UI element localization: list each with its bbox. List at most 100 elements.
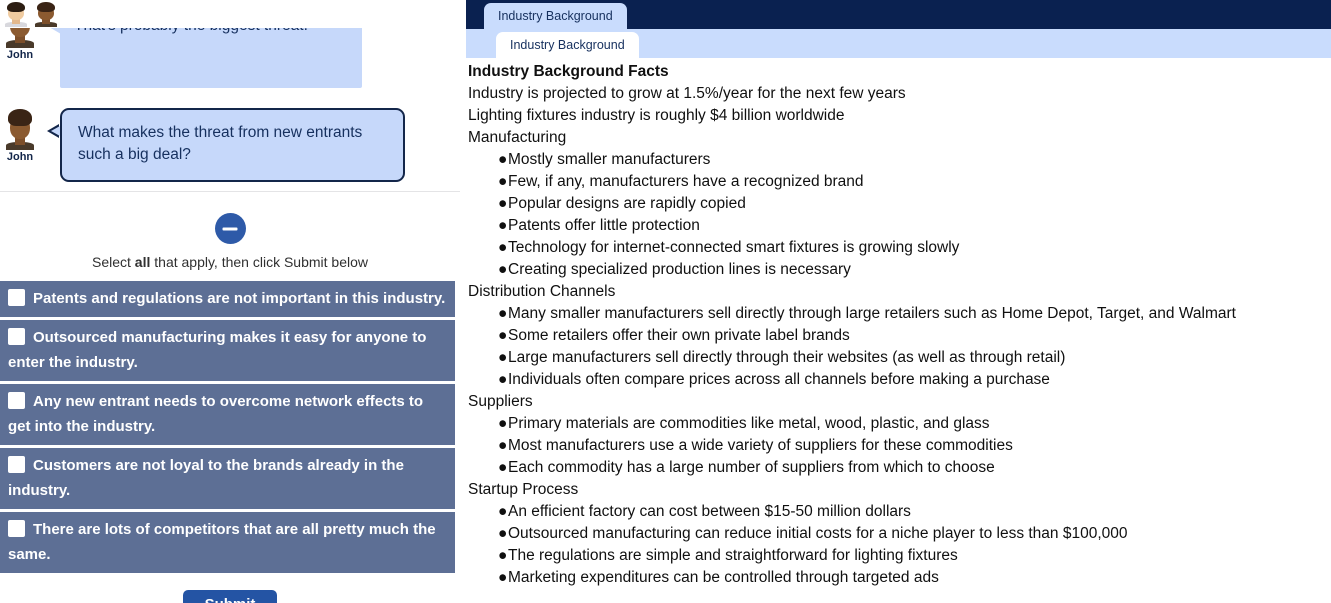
- document-bullet-text: Mostly smaller manufacturers: [508, 151, 711, 168]
- chat-bubble-previous: That's probably the biggest threat.: [49, 28, 362, 88]
- answer-options-list: Patents and regulations are not importan…: [0, 281, 455, 576]
- person-head-icon: [34, 1, 58, 27]
- document-bullet: ● Primary materials are commodities like …: [468, 413, 1331, 435]
- document-bullet-text: Creating specialized production lines is…: [508, 261, 851, 278]
- answer-option[interactable]: There are lots of competitors that are a…: [0, 512, 455, 576]
- document-body: Industry Background Facts Industry is pr…: [466, 58, 1331, 589]
- answer-option-label: Customers are not loyal to the brands al…: [8, 457, 404, 499]
- bullet-icon: ●: [498, 437, 508, 454]
- document-bullet: ● Some retailers offer their own private …: [468, 325, 1331, 347]
- bullet-icon: ●: [498, 503, 508, 520]
- document-section-heading: Startup Process: [468, 481, 579, 498]
- answer-option-label: There are lots of competitors that are a…: [8, 521, 436, 563]
- document-section-heading: Suppliers: [468, 393, 533, 410]
- answer-option-label: Patents and regulations are not importan…: [33, 290, 446, 307]
- outer-tab-bar: Industry Background: [466, 0, 1331, 29]
- document-bullet: ● An efficient factory can cost between $…: [468, 501, 1331, 523]
- document-line: Industry is projected to grow at 1.5%/ye…: [468, 85, 906, 102]
- document-bullet: ● Most manufacturers use a wide variety o…: [468, 435, 1331, 457]
- document-bullet: ● Mostly smaller manufacturers: [468, 149, 1331, 171]
- answer-option[interactable]: Patents and regulations are not importan…: [0, 281, 455, 320]
- bullet-icon: ●: [498, 261, 508, 278]
- person-head-icon: [4, 1, 28, 27]
- minus-circle-icon[interactable]: [214, 213, 246, 244]
- document-bullet-text: Most manufacturers use a wide variety of…: [508, 437, 1013, 454]
- document-bullet: ● Technology for internet-connected smart…: [468, 237, 1331, 259]
- document-bullet: ● Each commodity has a large number of su…: [468, 457, 1331, 479]
- chat-bubble-current: What makes the threat from new entrants …: [47, 108, 405, 182]
- document-bullet: ● Marketing expenditures can be controlle…: [468, 567, 1331, 589]
- document-bullet-text: An efficient factory can cost between $1…: [508, 503, 911, 520]
- question-block: Select all that apply, then click Submit…: [0, 192, 460, 603]
- document-bullet: ● The regulations are simple and straight…: [468, 545, 1331, 567]
- document-bullet: ● Large manufacturers sell directly throu…: [468, 347, 1331, 369]
- instruction-emphasis: all: [134, 254, 151, 270]
- document-bullet-text: Marketing expenditures can be controlled…: [508, 569, 939, 586]
- tab-industry-background-inner[interactable]: Industry Background: [496, 32, 639, 58]
- document-bullet: ● Few, if any, manufacturers have a recog…: [468, 171, 1331, 193]
- answer-option[interactable]: Any new entrant needs to overcome networ…: [0, 384, 455, 448]
- bullet-icon: ●: [498, 151, 508, 168]
- tab-industry-background-outer[interactable]: Industry Background: [484, 3, 627, 29]
- answer-option[interactable]: Outsourced manufacturing makes it easy f…: [0, 320, 455, 384]
- participant-avatar-2[interactable]: [34, 1, 58, 27]
- document-title: Industry Background Facts: [468, 63, 669, 80]
- avatar: [4, 28, 36, 48]
- document-bullet: ● Many smaller manufacturers sell directl…: [468, 303, 1331, 325]
- chat-bubble-text: That's probably the biggest threat.: [74, 28, 308, 34]
- checkbox-icon[interactable]: [8, 328, 25, 345]
- document-bullet: ● Outsourced manufacturing can reduce ini…: [468, 523, 1331, 545]
- bullet-icon: ●: [498, 305, 508, 322]
- checkbox-icon[interactable]: [8, 520, 25, 537]
- document-bullet-text: Patents offer little protection: [508, 217, 700, 234]
- simulation-app: John That's probably the biggest threat.: [0, 0, 1331, 603]
- message-speaker: John: [4, 28, 36, 61]
- bullet-icon: ●: [498, 569, 508, 586]
- minus-glyph: [222, 227, 238, 230]
- bullet-icon: ●: [498, 349, 508, 366]
- message-speaker: John: [4, 108, 36, 163]
- document-bullet-text: Some retailers offer their own private l…: [508, 327, 850, 344]
- document-bullet: ● Individuals often compare prices across…: [468, 369, 1331, 391]
- document-line: Lighting fixtures industry is roughly $4…: [468, 107, 845, 124]
- bullet-icon: ●: [498, 327, 508, 344]
- speaker-name: John: [6, 151, 34, 163]
- document-bullet-text: The regulations are simple and straightf…: [508, 547, 958, 564]
- bubble-tail-icon: [47, 124, 60, 138]
- document-bullet-text: Each commodity has a large number of sup…: [508, 459, 995, 476]
- document-section-heading: Distribution Channels: [468, 283, 616, 300]
- submit-button[interactable]: Submit: [182, 590, 278, 603]
- chat-transcript: John That's probably the biggest threat.: [0, 28, 460, 191]
- bubble-tail-icon: [49, 28, 61, 34]
- bullet-icon: ●: [498, 459, 508, 476]
- document-bullet: ● Popular designs are rapidly copied: [468, 193, 1331, 215]
- bullet-icon: ●: [498, 415, 508, 432]
- bullet-icon: ●: [498, 217, 508, 234]
- document-bullet-text: Many smaller manufacturers sell directly…: [508, 305, 1236, 322]
- checkbox-icon[interactable]: [8, 289, 25, 306]
- participant-avatar-1[interactable]: [4, 1, 28, 27]
- document-bullet-text: Popular designs are rapidly copied: [508, 195, 746, 212]
- instruction-text: Select all that apply, then click Submit…: [0, 254, 460, 270]
- checkbox-icon[interactable]: [8, 392, 25, 409]
- instruction-prefix: Select: [91, 254, 135, 270]
- answer-option-label: Any new entrant needs to overcome networ…: [8, 393, 424, 435]
- answer-option[interactable]: Customers are not loyal to the brands al…: [0, 448, 455, 512]
- avatar: [4, 108, 36, 150]
- bullet-icon: ●: [498, 525, 508, 542]
- document-content: Industry is projected to grow at 1.5%/ye…: [468, 83, 1331, 589]
- participant-avatar-strip: [0, 0, 460, 28]
- bullet-icon: ●: [498, 195, 508, 212]
- document-bullet: ● Creating specialized production lines i…: [468, 259, 1331, 281]
- reference-document-panel: Industry Background Industry Background …: [466, 0, 1331, 603]
- document-bullet-text: Technology for internet-connected smart …: [508, 239, 960, 256]
- document-bullet-text: Few, if any, manufacturers have a recogn…: [508, 173, 864, 190]
- instruction-suffix: that apply, then click Submit below: [150, 254, 369, 270]
- checkbox-icon[interactable]: [8, 456, 25, 473]
- conversation-panel: John That's probably the biggest threat.: [0, 0, 460, 603]
- speaker-name: John: [6, 49, 34, 61]
- bullet-icon: ●: [498, 547, 508, 564]
- document-bullet-text: Outsourced manufacturing can reduce init…: [508, 525, 1128, 542]
- answer-option-label: Outsourced manufacturing makes it easy f…: [8, 329, 427, 371]
- bullet-icon: ●: [498, 173, 508, 190]
